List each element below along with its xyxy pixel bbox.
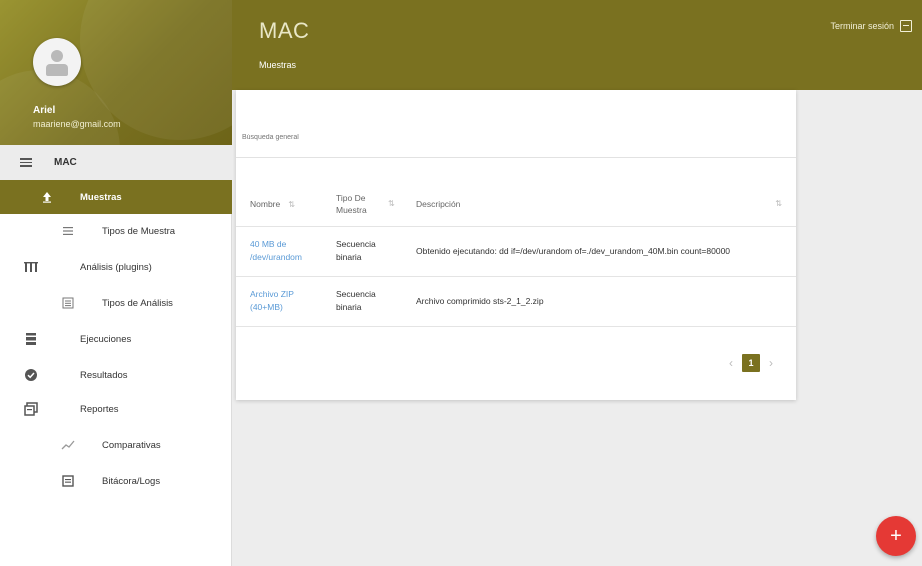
samples-card: Nombre⇅ Tipo De Muestra⇅ Descripción⇅ 40… <box>236 90 796 400</box>
sidebar-item-label: Muestras <box>80 191 122 203</box>
chevron-left-icon[interactable]: ‹ <box>729 356 733 370</box>
sidebar-item-bitacora[interactable]: Bitácora/Logs <box>0 464 232 498</box>
profile-banner: Ariel maariene@gmail.com <box>0 0 232 145</box>
list-icon <box>61 224 75 238</box>
sample-name-link[interactable]: 40 MB de /dev/urandom <box>250 238 324 264</box>
sidebar-item-label: Tipos de Análisis <box>102 297 173 309</box>
column-header-tipo[interactable]: Tipo De Muestra⇅ <box>330 182 410 227</box>
sample-description: Obtenido ejecutando: dd if=/dev/urandom … <box>416 245 731 256</box>
column-header-nombre[interactable]: Nombre ⇅ <box>236 182 330 227</box>
sidebar-item-resultados[interactable]: Resultados <box>0 358 232 392</box>
sidebar-item-comparativas[interactable]: Comparativas <box>0 428 232 462</box>
sample-type: Secuencia binaria <box>336 239 376 262</box>
sidebar-item-label: Resultados <box>80 369 128 381</box>
sidebar-item-analisis[interactable]: Análisis (plugins) <box>0 250 232 284</box>
logout-button[interactable]: Terminar sesión <box>830 20 912 32</box>
sidebar-item-muestras[interactable]: Muestras <box>0 180 232 214</box>
avatar[interactable] <box>33 38 81 86</box>
sidebar-item-label: Ejecuciones <box>80 333 132 345</box>
app-header: MAC Muestras Terminar sesión <box>232 0 922 90</box>
table-header-row: Nombre ⇅ Tipo De Muestra⇅ Descripción ⇅ <box>236 182 796 227</box>
page-number-current[interactable]: 1 <box>742 354 760 372</box>
person-icon <box>51 50 63 62</box>
page-subtitle: Muestras <box>259 60 297 70</box>
samples-table: Nombre ⇅ Tipo De Muestra⇅ Descripción ⇅ 40… <box>236 182 796 327</box>
chevron-right-icon[interactable]: › <box>769 356 773 370</box>
add-sample-button[interactable]: + <box>876 516 916 556</box>
sort-icon[interactable]: ⇅ <box>288 200 295 209</box>
list-icon <box>61 296 75 310</box>
sidebar-item-tipos-de-muestra[interactable]: Tipos de Muestra <box>0 214 232 248</box>
report-icon <box>24 402 38 416</box>
sidebar-item-reportes[interactable]: Reportes <box>0 392 232 426</box>
sample-type: Secuencia binaria <box>336 289 376 312</box>
sample-name-link[interactable]: Archivo ZIP (40+MB) <box>250 288 324 314</box>
menu-header: MAC <box>0 145 232 180</box>
table-row[interactable]: 40 MB de /dev/urandom Secuencia binaria … <box>236 226 796 277</box>
sort-icon[interactable]: ⇅ <box>775 199 782 208</box>
grid-icon <box>24 260 38 274</box>
sample-description: Archivo comprimido sts-2_1_2.zip <box>416 295 544 306</box>
sort-icon[interactable]: ⇅ <box>388 199 395 208</box>
sidebar-item-label: Bitácora/Logs <box>102 475 161 487</box>
search-input[interactable] <box>242 134 782 141</box>
upload-arrow-icon <box>40 190 54 204</box>
sidebar-item-tipos-de-analisis[interactable]: Tipos de Análisis <box>0 286 232 320</box>
sidebar: Ariel maariene@gmail.com MAC Muestras Ti… <box>0 0 232 566</box>
table-row[interactable]: Archivo ZIP (40+MB) Secuencia binaria Ar… <box>236 276 796 327</box>
search-section <box>236 90 796 158</box>
logout-label: Terminar sesión <box>830 21 894 31</box>
sidebar-item-ejecuciones[interactable]: Ejecuciones <box>0 322 232 356</box>
page-title: MAC <box>259 18 310 43</box>
sidebar-item-label: Análisis (plugins) <box>80 261 152 273</box>
stack-icon <box>24 332 38 346</box>
sidebar-item-label: Comparativas <box>102 439 161 451</box>
trending-icon <box>61 438 75 452</box>
pagination: ‹ 1 › <box>729 354 773 372</box>
exit-icon <box>900 20 912 32</box>
menu-title: MAC <box>54 157 77 168</box>
hamburger-icon[interactable] <box>20 156 32 169</box>
sidebar-item-label: Reportes <box>80 403 119 415</box>
sidebar-item-label: Tipos de Muestra <box>102 225 176 237</box>
user-name: Ariel <box>33 105 56 116</box>
check-circle-icon <box>24 368 38 382</box>
column-header-descripcion[interactable]: Descripción ⇅ <box>410 182 796 227</box>
log-icon <box>61 474 75 488</box>
user-email: maariene@gmail.com <box>33 119 121 129</box>
